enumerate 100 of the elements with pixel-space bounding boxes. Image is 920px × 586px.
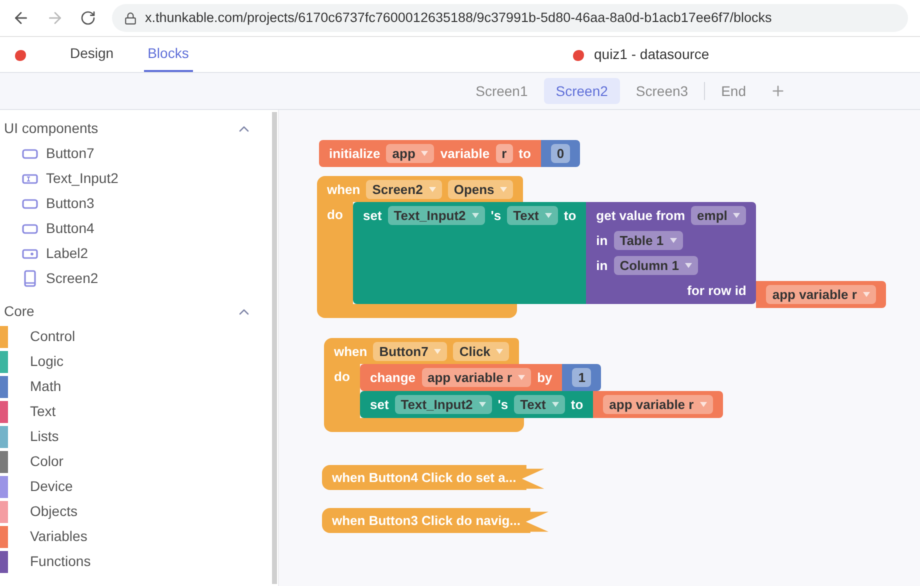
- block-dropdown[interactable]: Text_Input2: [394, 395, 492, 414]
- block-dropdown[interactable]: app variable r: [422, 368, 532, 387]
- component-item[interactable]: Button7: [0, 141, 272, 166]
- block-dropdown[interactable]: empl: [691, 206, 746, 225]
- block-field[interactable]: r: [496, 144, 513, 163]
- app-tab[interactable]: Design: [66, 37, 118, 72]
- value-block[interactable]: 0: [540, 140, 580, 167]
- caret-icon: [428, 187, 436, 192]
- category-item[interactable]: Math: [30, 376, 62, 397]
- button-icon: [22, 224, 38, 234]
- statement-block[interactable]: set Text_Input2 's Text to: [353, 202, 586, 304]
- value-block[interactable]: app variable r: [756, 281, 886, 308]
- component-item[interactable]: Text_Input2: [0, 166, 272, 191]
- category-item[interactable]: Color: [30, 451, 64, 472]
- event-block-header[interactable]: when Button7 Click: [324, 338, 520, 364]
- caret-icon: [478, 402, 486, 407]
- block-label: to: [564, 206, 576, 225]
- value-block[interactable]: get value from empl in Table 1 in Column 1 for row id: [586, 202, 756, 304]
- button-icon: [22, 148, 38, 158]
- section-title: UI components: [4, 119, 98, 138]
- phone-icon: [24, 270, 36, 287]
- block-label: 's: [498, 396, 508, 414]
- block-label: do: [327, 207, 343, 222]
- button-icon: [22, 198, 38, 208]
- screen-tab[interactable]: Screen1: [464, 78, 540, 104]
- value-block[interactable]: 1: [562, 364, 602, 391]
- back-icon[interactable]: [12, 9, 30, 27]
- add-screen-icon[interactable]: [770, 83, 786, 99]
- block-field[interactable]: 1: [572, 368, 592, 387]
- component-item[interactable]: Button4: [0, 216, 272, 241]
- statement-block[interactable]: initialize app variable r to: [319, 140, 541, 167]
- text-input-icon: [22, 174, 38, 184]
- category-item[interactable]: Lists: [30, 426, 59, 447]
- caret-icon: [434, 349, 442, 354]
- block-label: by: [537, 368, 552, 387]
- caret-icon: [862, 292, 870, 297]
- category-item[interactable]: Text: [30, 401, 56, 422]
- block-dropdown[interactable]: Column 1: [614, 256, 698, 275]
- address-bar[interactable]: x.thunkable.com/projects/6170c6737fc7600012635188/9c37991b-5d80-46aa-8a0d-b1acb17ee6f7/blocks: [112, 4, 908, 32]
- category-item[interactable]: Functions: [30, 551, 91, 572]
- category-item[interactable]: Variables: [30, 526, 88, 547]
- block-dropdown[interactable]: Click: [453, 342, 510, 361]
- block-dropdown[interactable]: app variable r: [766, 285, 876, 304]
- block-label: variable: [440, 144, 490, 163]
- block-dropdown[interactable]: Text: [507, 206, 558, 225]
- section-title: Core: [4, 302, 34, 321]
- block-label: to: [570, 396, 584, 414]
- block-dropdown[interactable]: Text: [514, 395, 565, 414]
- caret-icon: [518, 375, 526, 380]
- block-dropdown[interactable]: app variable r: [603, 395, 713, 414]
- event-block-header[interactable]: when Screen2 Opens: [317, 176, 524, 202]
- url-text: x.thunkable.com/projects/6170c6737fc7600012635188/9c37991b-5d80-46aa-8a0d-b1acb17ee6f7/blocks: [145, 8, 772, 27]
- screen-tab[interactable]: Screen2: [544, 78, 620, 104]
- block-label: do: [334, 369, 350, 384]
- category-item[interactable]: Logic: [30, 351, 64, 372]
- category-item[interactable]: Device: [30, 476, 73, 497]
- label-icon: [22, 248, 38, 258]
- category-item[interactable]: Control: [30, 326, 76, 347]
- block-label: change: [370, 368, 416, 387]
- caret-icon: [544, 213, 552, 218]
- block-label: in: [596, 256, 608, 275]
- block-dropdown[interactable]: Screen2: [366, 180, 442, 199]
- block-label: to: [518, 144, 531, 163]
- component-label: Button3: [46, 194, 94, 213]
- block-label: for row id: [687, 282, 746, 300]
- caret-icon: [500, 187, 508, 192]
- block-field[interactable]: 0: [550, 144, 570, 163]
- scrollbar[interactable]: [272, 112, 277, 584]
- block-label: set: [370, 396, 389, 414]
- component-label: Button7: [46, 144, 94, 163]
- caret-icon: [733, 213, 740, 218]
- caret-icon: [670, 238, 677, 243]
- statement-block[interactable]: set Text_Input2 's Text to: [360, 391, 594, 418]
- screen-tab[interactable]: Screen3: [624, 78, 700, 104]
- component-label: Button4: [46, 219, 94, 238]
- block-dropdown[interactable]: app: [386, 144, 434, 163]
- reload-icon[interactable]: [80, 10, 96, 26]
- caret-icon: [496, 349, 504, 354]
- forward-icon[interactable]: [46, 9, 64, 27]
- screen-tab[interactable]: End: [709, 78, 758, 104]
- component-label: Text_Input2: [46, 169, 118, 188]
- statement-block[interactable]: change app variable r by: [360, 364, 562, 391]
- category-item[interactable]: Objects: [30, 501, 78, 522]
- caret-icon: [552, 402, 559, 407]
- block-label: initialize: [329, 144, 380, 163]
- component-label: Screen2: [46, 269, 98, 288]
- component-item[interactable]: Label2: [0, 241, 272, 266]
- caret-icon: [700, 402, 707, 407]
- component-item[interactable]: Button3: [0, 191, 272, 216]
- block-dropdown[interactable]: Text_Input2: [388, 206, 485, 225]
- caret-icon: [684, 263, 692, 268]
- block-label: when: [334, 342, 368, 361]
- component-item[interactable]: Screen2: [0, 266, 272, 291]
- block-dropdown[interactable]: Opens: [448, 180, 514, 199]
- block-label: in: [596, 232, 608, 250]
- lock-icon: [124, 12, 137, 24]
- block-dropdown[interactable]: Button7: [373, 342, 448, 361]
- block-label: when: [327, 180, 360, 199]
- value-block[interactable]: app variable r: [593, 391, 723, 418]
- block-dropdown[interactable]: Table 1: [614, 231, 683, 250]
